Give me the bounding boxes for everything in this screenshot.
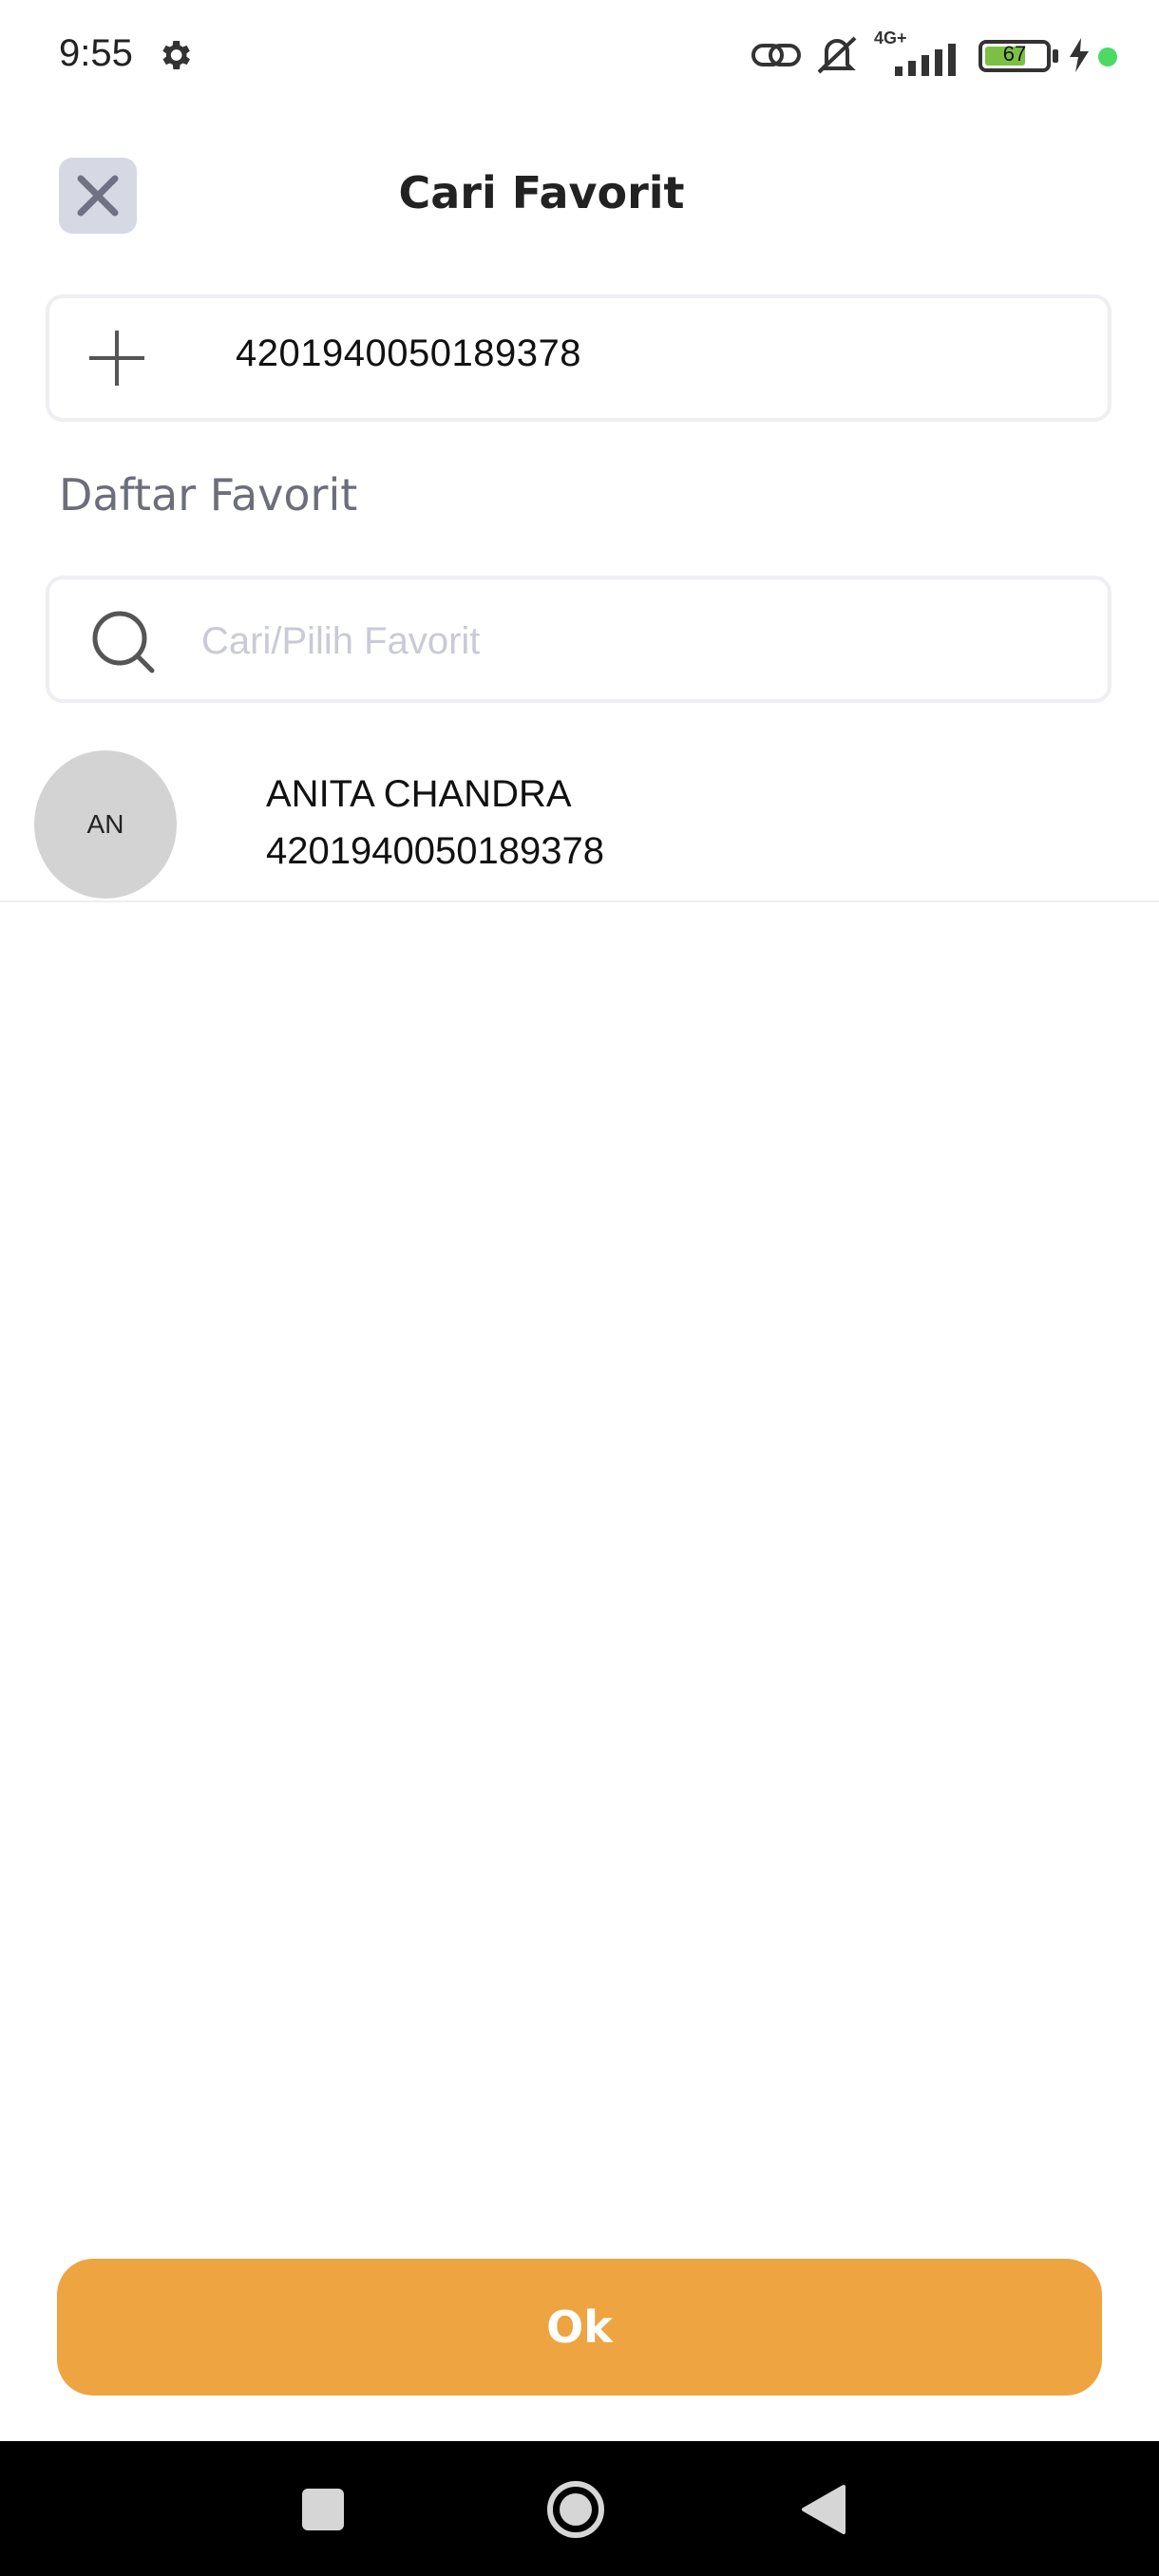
favorite-account-number: 4201940050189378 [266, 830, 604, 872]
favorites-section-label: Daftar Favorit [59, 469, 358, 521]
status-time: 9:55 [59, 32, 133, 74]
back-icon[interactable] [800, 2483, 847, 2536]
account-number-value[interactable]: 4201940050189378 [236, 332, 581, 375]
favorite-search-box[interactable] [46, 576, 1112, 703]
favorite-name: ANITA CHANDRA [266, 773, 572, 815]
avatar: AN [34, 750, 177, 899]
plus-icon[interactable] [87, 329, 146, 388]
signal-4g-icon [893, 42, 965, 80]
dot-icon [1098, 47, 1117, 66]
search-icon [89, 608, 158, 676]
gear-icon [156, 36, 194, 74]
account-number-field[interactable]: 4201940050189378 [46, 294, 1112, 422]
page-title: Cari Favorit [398, 167, 685, 218]
status-icons: 4G+ 67 [750, 28, 1159, 82]
favorite-search-input[interactable] [201, 608, 1056, 674]
home-icon[interactable] [545, 2479, 606, 2540]
ok-button[interactable]: Ok [57, 2259, 1102, 2396]
battery-icon: 67 [978, 40, 1051, 72]
charging-icon [1068, 36, 1091, 78]
recents-icon[interactable] [302, 2489, 344, 2530]
favorite-list-item[interactable]: AN ANITA CHANDRA 4201940050189378 [0, 748, 1159, 902]
battery-level: 67 [1002, 42, 1027, 66]
status-bar: 9:55 4G+ 67 [0, 0, 1159, 114]
link-icon [750, 36, 802, 78]
mute-icon [813, 32, 861, 82]
battery-tip [1053, 49, 1058, 63]
system-nav-bar [0, 2441, 1159, 2576]
